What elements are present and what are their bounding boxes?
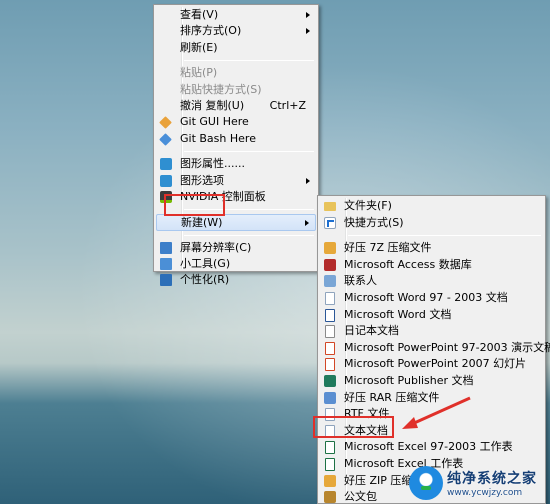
submenu-item-haozip-7z[interactable]: 好压 7Z 压缩文件 — [320, 240, 543, 257]
word-97-icon — [325, 291, 335, 305]
watermark-url: www.ycwjzy.com — [447, 487, 523, 498]
git-gui-icon — [159, 116, 172, 130]
menu-item-label: 个性化(R) — [180, 273, 230, 287]
menu-item-label: 图形属性...... — [180, 157, 245, 171]
menu-item-label: 粘贴快捷方式(S) — [180, 82, 262, 96]
intel-graphics-icon — [160, 158, 172, 171]
contact-icon — [324, 275, 336, 288]
desktop-context-menu: 查看(V) 排序方式(O) 刷新(E) 粘贴(P) 粘贴快捷方式(S) 撤消 复… — [153, 4, 319, 287]
submenu-item-folder[interactable]: 文件夹(F) — [320, 198, 543, 215]
menu-item-refresh[interactable]: 刷新(E) — [156, 40, 316, 56]
gadgets-icon — [160, 258, 172, 271]
menu-item-label: Microsoft Word 97 - 2003 文档 — [344, 290, 508, 304]
menu-item-label: 文件夹(F) — [344, 199, 392, 212]
submenu-arrow-icon — [306, 177, 310, 184]
submenu-item-access-database[interactable]: Microsoft Access 数据库 — [320, 257, 543, 274]
menu-item-undo-copy[interactable]: 撤消 复制(U) Ctrl+Z — [156, 98, 316, 114]
intel-graphics-options-icon — [160, 174, 172, 187]
menu-item-label: 撤消 复制(U) — [180, 98, 245, 112]
menu-item-paste-shortcut[interactable]: 粘贴快捷方式(S) — [156, 82, 316, 98]
menu-item-label: 快捷方式(S) — [344, 215, 404, 229]
submenu-arrow-icon — [305, 220, 309, 227]
submenu-item-powerpoint-97-2003[interactable]: Microsoft PowerPoint 97-2003 演示文稿 — [320, 340, 550, 357]
highlight-box-text-document — [313, 416, 394, 438]
journal-icon — [325, 325, 335, 339]
menu-item-label: 新建(W) — [181, 216, 223, 230]
git-bash-icon — [159, 132, 172, 146]
watermark-title: 纯净系统之家 — [447, 470, 537, 487]
haozip-zip-icon — [324, 474, 336, 487]
menu-item-graphics-properties[interactable]: 图形属性...... — [156, 156, 316, 172]
menu-item-sort-by[interactable]: 排序方式(O) — [156, 23, 316, 39]
menu-item-label: 刷新(E) — [180, 40, 218, 54]
submenu-item-word[interactable]: Microsoft Word 文档 — [320, 307, 543, 324]
menu-separator — [348, 235, 541, 237]
menu-item-git-gui-here[interactable]: Git GUI Here — [156, 114, 316, 130]
menu-item-screen-resolution[interactable]: 屏幕分辨率(C) — [156, 240, 316, 256]
menu-item-personalize[interactable]: 个性化(R) — [156, 272, 316, 288]
menu-item-gadgets[interactable]: 小工具(G) — [156, 256, 316, 272]
highlight-box-new — [164, 194, 225, 216]
menu-item-graphics-options[interactable]: 图形选项 — [156, 173, 316, 189]
menu-item-git-bash-here[interactable]: Git Bash Here — [156, 131, 316, 147]
shortcut-icon — [324, 216, 336, 229]
menu-item-new[interactable]: 新建(W) — [156, 214, 316, 231]
menu-item-label: Microsoft PowerPoint 2007 幻灯片 — [344, 357, 527, 371]
menu-item-label: Microsoft Access 数据库 — [344, 257, 472, 271]
excel-97-icon — [325, 441, 335, 455]
access-icon — [324, 258, 336, 271]
menu-item-label: Git GUI Here — [180, 115, 249, 129]
excel-icon — [325, 457, 335, 471]
menu-item-label: 粘贴(P) — [180, 66, 218, 80]
menu-item-label: 好压 RAR 压缩文件 — [344, 390, 440, 404]
site-watermark: 纯净系统之家 www.ycwjzy.com — [409, 463, 547, 502]
menu-item-view[interactable]: 查看(V) — [156, 7, 316, 23]
menu-item-paste[interactable]: 粘贴(P) — [156, 65, 316, 81]
submenu-item-shortcut[interactable]: 快捷方式(S) — [320, 215, 543, 232]
menu-separator — [184, 151, 314, 153]
submenu-arrow-icon — [306, 12, 310, 18]
menu-item-shortcut: Ctrl+Z — [269, 98, 306, 112]
folder-icon — [324, 202, 336, 211]
menu-item-label: Microsoft Word 文档 — [344, 307, 452, 321]
submenu-item-publisher[interactable]: Microsoft Publisher 文档 — [320, 373, 543, 390]
menu-item-label: 好压 7Z 压缩文件 — [344, 241, 432, 255]
menu-item-label: 查看(V) — [180, 8, 219, 21]
menu-item-label: 公文包 — [344, 490, 377, 504]
menu-item-label: Microsoft PowerPoint 97-2003 演示文稿 — [344, 340, 550, 354]
display-icon — [160, 241, 172, 254]
submenu-item-haozip-rar[interactable]: 好压 RAR 压缩文件 — [320, 390, 543, 407]
menu-item-label: 联系人 — [344, 274, 377, 288]
menu-item-label: 图形选项 — [180, 173, 224, 187]
menu-item-label: 小工具(G) — [180, 257, 231, 271]
haozip-7z-icon — [324, 242, 336, 255]
publisher-icon — [324, 374, 336, 387]
menu-separator — [184, 234, 314, 236]
haozip-rar-icon — [324, 391, 336, 404]
submenu-item-excel-97-2003[interactable]: Microsoft Excel 97-2003 工作表 — [320, 439, 543, 456]
briefcase-icon — [324, 491, 336, 504]
submenu-item-word-97-2003[interactable]: Microsoft Word 97 - 2003 文档 — [320, 290, 543, 307]
menu-item-label: Microsoft Publisher 文档 — [344, 373, 474, 387]
watermark-logo-icon — [409, 465, 443, 500]
personalize-icon — [160, 274, 172, 287]
submenu-item-contact[interactable]: 联系人 — [320, 273, 543, 290]
submenu-item-journal[interactable]: 日记本文档 — [320, 323, 543, 340]
new-submenu: 文件夹(F) 快捷方式(S) 好压 7Z 压缩文件 Microsoft Acce… — [317, 195, 550, 504]
menu-item-label: 排序方式(O) — [180, 24, 242, 38]
submenu-item-powerpoint-2007[interactable]: Microsoft PowerPoint 2007 幻灯片 — [320, 356, 543, 373]
menu-item-label: Microsoft Excel 97-2003 工作表 — [344, 440, 513, 454]
menu-item-label: 屏幕分辨率(C) — [180, 240, 252, 254]
menu-item-label: 日记本文档 — [344, 324, 399, 338]
word-icon — [325, 308, 335, 322]
powerpoint-icon — [325, 358, 335, 372]
menu-separator — [184, 60, 314, 62]
menu-item-label: Git Bash Here — [180, 131, 256, 145]
submenu-arrow-icon — [306, 28, 310, 35]
powerpoint-97-icon — [325, 341, 335, 355]
